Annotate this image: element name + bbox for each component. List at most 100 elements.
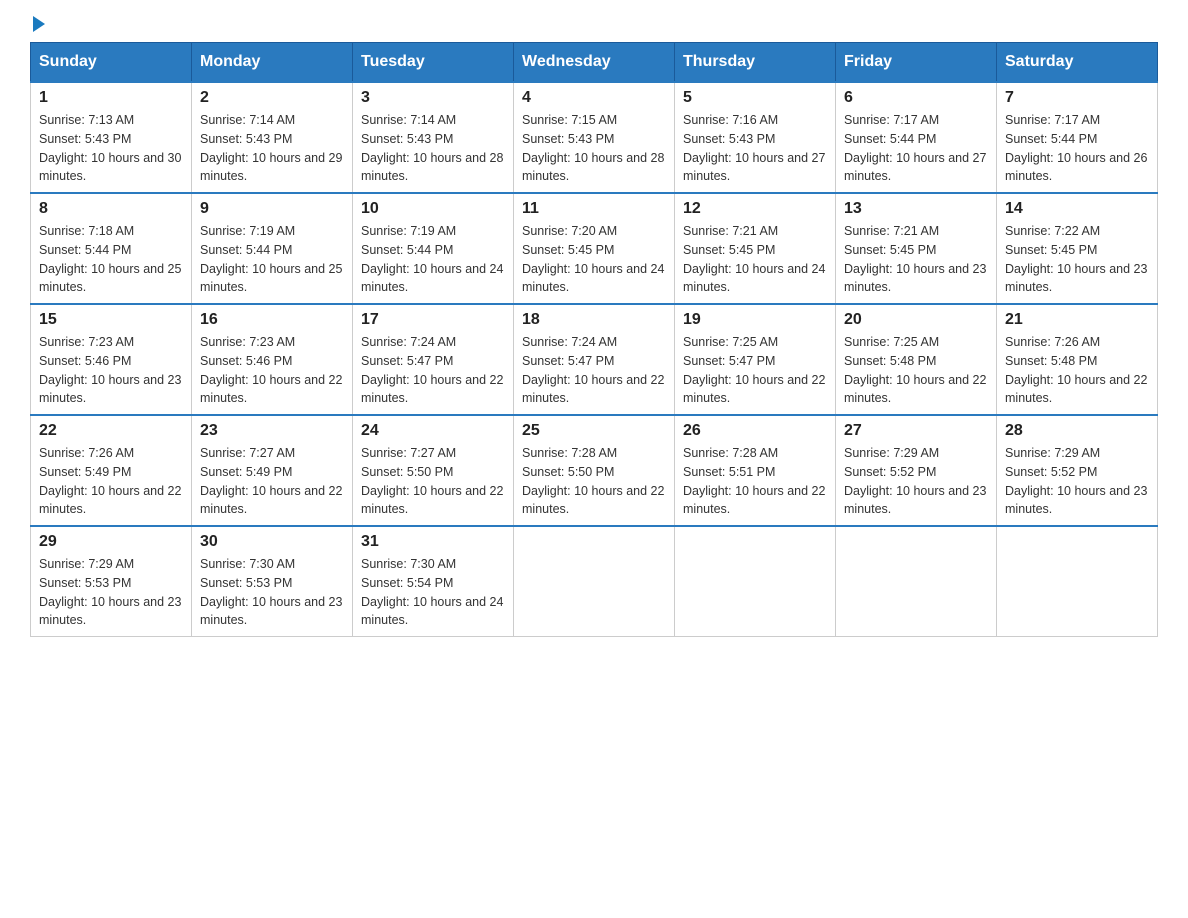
calendar-header-saturday: Saturday: [997, 43, 1158, 83]
day-number: 26: [683, 422, 827, 440]
calendar-cell: 20 Sunrise: 7:25 AMSunset: 5:48 PMDaylig…: [836, 304, 997, 415]
day-number: 20: [844, 311, 988, 329]
day-number: 11: [522, 200, 666, 218]
day-number: 21: [1005, 311, 1149, 329]
day-info: Sunrise: 7:26 AMSunset: 5:49 PMDaylight:…: [39, 444, 183, 519]
calendar-cell: 16 Sunrise: 7:23 AMSunset: 5:46 PMDaylig…: [192, 304, 353, 415]
day-info: Sunrise: 7:25 AMSunset: 5:47 PMDaylight:…: [683, 333, 827, 408]
calendar-header-row: SundayMondayTuesdayWednesdayThursdayFrid…: [31, 43, 1158, 83]
day-info: Sunrise: 7:25 AMSunset: 5:48 PMDaylight:…: [844, 333, 988, 408]
day-number: 27: [844, 422, 988, 440]
calendar-cell: 6 Sunrise: 7:17 AMSunset: 5:44 PMDayligh…: [836, 82, 997, 193]
day-number: 2: [200, 89, 344, 107]
calendar-header-friday: Friday: [836, 43, 997, 83]
day-number: 17: [361, 311, 505, 329]
calendar-cell: 18 Sunrise: 7:24 AMSunset: 5:47 PMDaylig…: [514, 304, 675, 415]
day-number: 8: [39, 200, 183, 218]
day-info: Sunrise: 7:29 AMSunset: 5:53 PMDaylight:…: [39, 555, 183, 630]
day-number: 19: [683, 311, 827, 329]
day-info: Sunrise: 7:24 AMSunset: 5:47 PMDaylight:…: [361, 333, 505, 408]
calendar-cell: [675, 526, 836, 637]
day-info: Sunrise: 7:13 AMSunset: 5:43 PMDaylight:…: [39, 111, 183, 186]
day-number: 10: [361, 200, 505, 218]
calendar-cell: 30 Sunrise: 7:30 AMSunset: 5:53 PMDaylig…: [192, 526, 353, 637]
day-info: Sunrise: 7:21 AMSunset: 5:45 PMDaylight:…: [844, 222, 988, 297]
calendar-week-row: 29 Sunrise: 7:29 AMSunset: 5:53 PMDaylig…: [31, 526, 1158, 637]
day-number: 6: [844, 89, 988, 107]
calendar-week-row: 22 Sunrise: 7:26 AMSunset: 5:49 PMDaylig…: [31, 415, 1158, 526]
calendar-cell: 22 Sunrise: 7:26 AMSunset: 5:49 PMDaylig…: [31, 415, 192, 526]
calendar-cell: 17 Sunrise: 7:24 AMSunset: 5:47 PMDaylig…: [353, 304, 514, 415]
day-number: 14: [1005, 200, 1149, 218]
day-info: Sunrise: 7:27 AMSunset: 5:50 PMDaylight:…: [361, 444, 505, 519]
calendar-header-tuesday: Tuesday: [353, 43, 514, 83]
day-info: Sunrise: 7:14 AMSunset: 5:43 PMDaylight:…: [361, 111, 505, 186]
calendar-cell: 25 Sunrise: 7:28 AMSunset: 5:50 PMDaylig…: [514, 415, 675, 526]
day-info: Sunrise: 7:26 AMSunset: 5:48 PMDaylight:…: [1005, 333, 1149, 408]
calendar-cell: 11 Sunrise: 7:20 AMSunset: 5:45 PMDaylig…: [514, 193, 675, 304]
calendar-cell: [836, 526, 997, 637]
day-number: 29: [39, 533, 183, 551]
day-number: 18: [522, 311, 666, 329]
calendar-cell: 26 Sunrise: 7:28 AMSunset: 5:51 PMDaylig…: [675, 415, 836, 526]
day-info: Sunrise: 7:19 AMSunset: 5:44 PMDaylight:…: [361, 222, 505, 297]
day-info: Sunrise: 7:19 AMSunset: 5:44 PMDaylight:…: [200, 222, 344, 297]
day-info: Sunrise: 7:15 AMSunset: 5:43 PMDaylight:…: [522, 111, 666, 186]
day-info: Sunrise: 7:16 AMSunset: 5:43 PMDaylight:…: [683, 111, 827, 186]
calendar-cell: 13 Sunrise: 7:21 AMSunset: 5:45 PMDaylig…: [836, 193, 997, 304]
day-number: 1: [39, 89, 183, 107]
day-info: Sunrise: 7:17 AMSunset: 5:44 PMDaylight:…: [1005, 111, 1149, 186]
day-info: Sunrise: 7:28 AMSunset: 5:50 PMDaylight:…: [522, 444, 666, 519]
day-info: Sunrise: 7:23 AMSunset: 5:46 PMDaylight:…: [200, 333, 344, 408]
calendar-header-wednesday: Wednesday: [514, 43, 675, 83]
day-number: 9: [200, 200, 344, 218]
calendar-cell: 12 Sunrise: 7:21 AMSunset: 5:45 PMDaylig…: [675, 193, 836, 304]
calendar-cell: 31 Sunrise: 7:30 AMSunset: 5:54 PMDaylig…: [353, 526, 514, 637]
calendar-header-thursday: Thursday: [675, 43, 836, 83]
calendar-cell: 1 Sunrise: 7:13 AMSunset: 5:43 PMDayligh…: [31, 82, 192, 193]
calendar-cell: 3 Sunrise: 7:14 AMSunset: 5:43 PMDayligh…: [353, 82, 514, 193]
day-number: 28: [1005, 422, 1149, 440]
day-info: Sunrise: 7:20 AMSunset: 5:45 PMDaylight:…: [522, 222, 666, 297]
calendar-cell: 21 Sunrise: 7:26 AMSunset: 5:48 PMDaylig…: [997, 304, 1158, 415]
day-info: Sunrise: 7:28 AMSunset: 5:51 PMDaylight:…: [683, 444, 827, 519]
day-number: 13: [844, 200, 988, 218]
day-number: 7: [1005, 89, 1149, 107]
day-number: 15: [39, 311, 183, 329]
calendar-table: SundayMondayTuesdayWednesdayThursdayFrid…: [30, 42, 1158, 637]
calendar-cell: 7 Sunrise: 7:17 AMSunset: 5:44 PMDayligh…: [997, 82, 1158, 193]
day-info: Sunrise: 7:30 AMSunset: 5:54 PMDaylight:…: [361, 555, 505, 630]
day-info: Sunrise: 7:17 AMSunset: 5:44 PMDaylight:…: [844, 111, 988, 186]
day-info: Sunrise: 7:22 AMSunset: 5:45 PMDaylight:…: [1005, 222, 1149, 297]
calendar-cell: 2 Sunrise: 7:14 AMSunset: 5:43 PMDayligh…: [192, 82, 353, 193]
day-number: 23: [200, 422, 344, 440]
day-info: Sunrise: 7:29 AMSunset: 5:52 PMDaylight:…: [1005, 444, 1149, 519]
day-info: Sunrise: 7:14 AMSunset: 5:43 PMDaylight:…: [200, 111, 344, 186]
day-number: 12: [683, 200, 827, 218]
calendar-cell: 9 Sunrise: 7:19 AMSunset: 5:44 PMDayligh…: [192, 193, 353, 304]
day-number: 30: [200, 533, 344, 551]
calendar-cell: 8 Sunrise: 7:18 AMSunset: 5:44 PMDayligh…: [31, 193, 192, 304]
day-info: Sunrise: 7:30 AMSunset: 5:53 PMDaylight:…: [200, 555, 344, 630]
day-number: 16: [200, 311, 344, 329]
day-number: 25: [522, 422, 666, 440]
calendar-cell: 29 Sunrise: 7:29 AMSunset: 5:53 PMDaylig…: [31, 526, 192, 637]
calendar-header-monday: Monday: [192, 43, 353, 83]
logo: [30, 20, 45, 32]
day-info: Sunrise: 7:18 AMSunset: 5:44 PMDaylight:…: [39, 222, 183, 297]
calendar-cell: [997, 526, 1158, 637]
calendar-week-row: 1 Sunrise: 7:13 AMSunset: 5:43 PMDayligh…: [31, 82, 1158, 193]
calendar-cell: 14 Sunrise: 7:22 AMSunset: 5:45 PMDaylig…: [997, 193, 1158, 304]
calendar-cell: 24 Sunrise: 7:27 AMSunset: 5:50 PMDaylig…: [353, 415, 514, 526]
calendar-cell: 27 Sunrise: 7:29 AMSunset: 5:52 PMDaylig…: [836, 415, 997, 526]
day-info: Sunrise: 7:23 AMSunset: 5:46 PMDaylight:…: [39, 333, 183, 408]
day-info: Sunrise: 7:24 AMSunset: 5:47 PMDaylight:…: [522, 333, 666, 408]
calendar-cell: 23 Sunrise: 7:27 AMSunset: 5:49 PMDaylig…: [192, 415, 353, 526]
day-info: Sunrise: 7:21 AMSunset: 5:45 PMDaylight:…: [683, 222, 827, 297]
calendar-header-sunday: Sunday: [31, 43, 192, 83]
calendar-cell: 28 Sunrise: 7:29 AMSunset: 5:52 PMDaylig…: [997, 415, 1158, 526]
day-number: 31: [361, 533, 505, 551]
calendar-cell: 10 Sunrise: 7:19 AMSunset: 5:44 PMDaylig…: [353, 193, 514, 304]
day-number: 4: [522, 89, 666, 107]
page-header: [30, 20, 1158, 32]
